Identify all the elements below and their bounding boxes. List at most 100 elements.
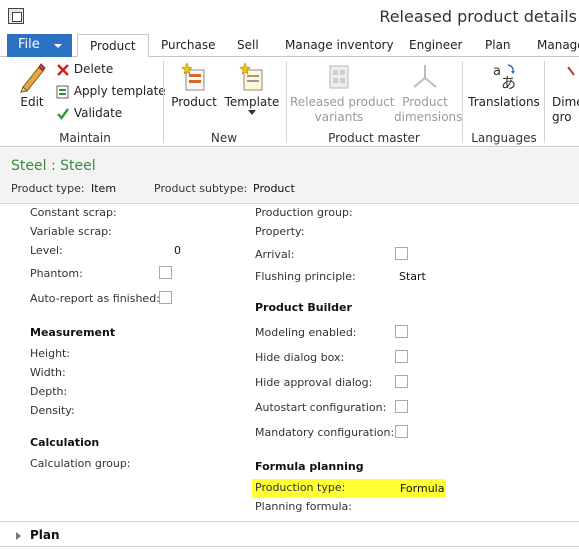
pencil-icon [20, 63, 46, 93]
tab-engineer[interactable]: Engineer [409, 38, 462, 52]
tab-sell[interactable]: Sell [237, 38, 259, 52]
translations-label: Translations [468, 95, 540, 109]
hide-dialog-box-checkbox[interactable] [395, 350, 408, 363]
new-template-button[interactable]: Template [224, 61, 280, 116]
delete-x-icon [57, 63, 69, 76]
ribbon: Edit Delete Apply template Validate Main… [0, 57, 579, 147]
measurement-heading: Measurement [30, 326, 116, 339]
group-label-maintain: Maintain [59, 131, 111, 145]
edit-button[interactable]: Edit [14, 61, 50, 109]
translations-button[interactable]: a あ Translations [468, 61, 540, 109]
new-product-label: Product [171, 95, 217, 109]
checkmark-icon [57, 107, 69, 120]
tab-plan[interactable]: Plan [485, 38, 511, 52]
svg-text:あ: あ [501, 74, 516, 92]
calculation-group-label: Calculation group: [30, 457, 131, 470]
auto-report-label: Auto-report as finished: [30, 292, 160, 305]
app-window-icon[interactable] [8, 8, 24, 24]
variable-scrap-label: Variable scrap: [30, 225, 112, 238]
group-separator [163, 61, 164, 143]
mandatory-configuration-label: Mandatory configuration: [255, 426, 395, 439]
product-type-label: Product type: [11, 182, 85, 195]
ribbon-tab-row: File Product Purchase Sell Manage invent… [0, 34, 579, 58]
new-product-button[interactable]: Product [170, 61, 218, 109]
dimension-groups-icon [567, 66, 575, 76]
mandatory-configuration-checkbox[interactable] [395, 425, 408, 438]
phantom-label: Phantom: [30, 267, 83, 280]
group-separator [286, 61, 287, 143]
modeling-enabled-checkbox[interactable] [395, 325, 408, 338]
released-product-variants-label-1: Released product [290, 95, 395, 109]
new-template-label: Template [224, 95, 280, 109]
flushing-principle-value[interactable]: Start [399, 270, 426, 283]
record-header: Steel : Steel Product type: Item Product… [0, 148, 579, 204]
depth-label: Depth: [30, 385, 68, 398]
hide-dialog-box-label: Hide dialog box: [255, 351, 345, 364]
title-bar: Released product details [0, 0, 579, 34]
auto-report-checkbox[interactable] [159, 291, 172, 304]
property-label: Property: [255, 225, 305, 238]
released-product-variants-label-2: variants [314, 110, 364, 124]
autostart-configuration-label: Autostart configuration: [255, 401, 387, 414]
product-dimensions-button[interactable]: Product dimensions [394, 61, 463, 125]
dimension-groups-label-2: gro [552, 110, 572, 124]
hide-approval-dialog-label: Hide approval dialog: [255, 376, 373, 389]
divider [0, 546, 579, 547]
form-body: Constant scrap: Variable scrap: Level: 0… [0, 204, 579, 520]
width-label: Width: [30, 366, 66, 379]
edit-label: Edit [20, 95, 44, 109]
production-group-label: Production group: [255, 206, 353, 219]
product-subtype-label: Product subtype: [154, 182, 248, 195]
group-label-product-master: Product master [328, 131, 420, 145]
hide-approval-dialog-checkbox[interactable] [395, 375, 408, 388]
svg-text:a: a [493, 64, 501, 79]
flushing-principle-label: Flushing principle: [255, 270, 356, 283]
dimension-groups-label-1: Dime [552, 95, 579, 109]
group-separator [544, 61, 545, 143]
delete-button[interactable]: Delete [56, 62, 113, 77]
autostart-configuration-checkbox[interactable] [395, 400, 408, 413]
level-label: Level: [30, 244, 63, 257]
file-menu-button[interactable]: File [7, 34, 72, 57]
plan-fasttab[interactable]: Plan [0, 521, 579, 550]
group-separator [462, 61, 463, 143]
record-title: Steel : Steel [11, 158, 96, 174]
file-menu-label: File [18, 37, 40, 52]
constant-scrap-label: Constant scrap: [30, 206, 117, 219]
product-subtype-value: Product [253, 182, 295, 195]
dimension-groups-button[interactable]: Dime gro [552, 61, 579, 125]
variants-grid-icon [329, 65, 349, 89]
product-dimensions-label-1: Product [402, 95, 448, 109]
translations-icon: a あ [493, 64, 516, 92]
apply-template-button[interactable]: Apply template [56, 84, 166, 99]
validate-label: Validate [73, 106, 123, 120]
window-title: Released product details [379, 7, 577, 26]
level-value[interactable]: 0 [174, 244, 181, 257]
group-label-languages: Languages [471, 131, 537, 145]
planning-formula-label: Planning formula: [255, 500, 353, 513]
product-type-value: Item [91, 182, 117, 195]
tab-manage[interactable]: Manage [537, 38, 579, 52]
arrival-label: Arrival: [255, 248, 295, 261]
phantom-checkbox[interactable] [159, 266, 172, 279]
tab-product[interactable]: Product [77, 34, 149, 58]
new-product-icon [181, 62, 205, 91]
product-dimensions-label-2: dimensions [394, 110, 463, 124]
validate-button[interactable]: Validate [56, 106, 122, 121]
template-icon [56, 85, 69, 99]
density-label: Density: [30, 404, 75, 417]
height-label: Height: [30, 347, 71, 360]
released-product-variants-button[interactable]: Released product variants [290, 61, 395, 125]
product-builder-heading: Product Builder [255, 301, 352, 314]
modeling-enabled-label: Modeling enabled: [255, 326, 357, 339]
arrival-checkbox[interactable] [395, 247, 408, 260]
dimensions-axes-icon [413, 65, 437, 88]
production-type-label: Production type: [255, 481, 346, 494]
tab-manage-inventory[interactable]: Manage inventory [285, 38, 394, 52]
chevron-down-icon [248, 110, 256, 115]
production-type-value[interactable]: Formula [400, 482, 444, 495]
expand-arrow-icon[interactable] [16, 532, 21, 540]
plan-fasttab-label: Plan [30, 528, 60, 542]
tab-purchase[interactable]: Purchase [161, 38, 216, 52]
apply-template-label: Apply template [73, 84, 166, 98]
